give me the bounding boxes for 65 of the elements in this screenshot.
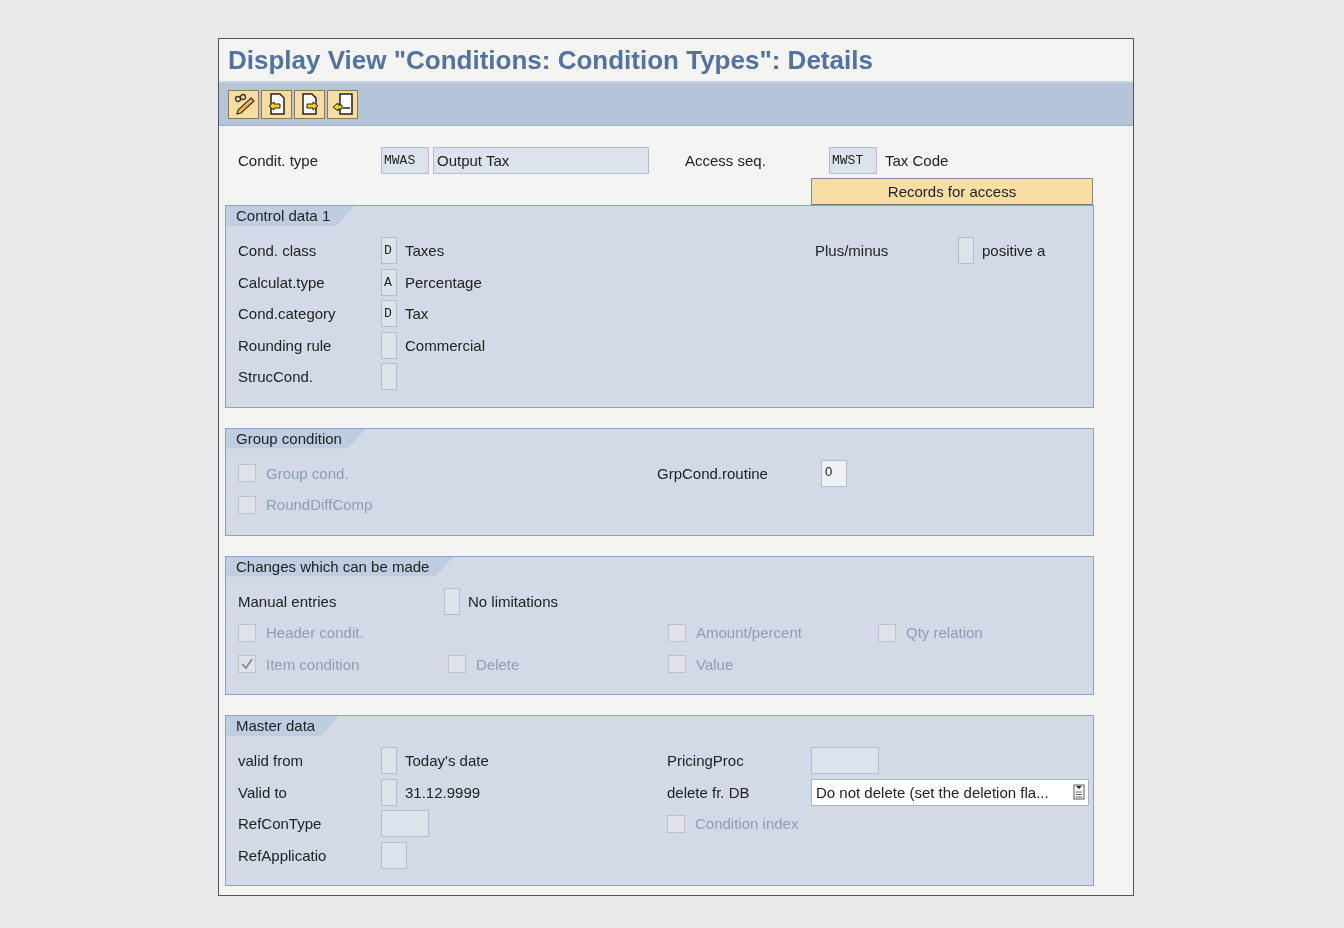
field-value: Commercial <box>405 336 485 354</box>
input-field[interactable]: D <box>381 237 397 265</box>
dropdown[interactable]: Do not delete (set the deletion fla... <box>811 778 1089 806</box>
checkbox-label: Header condit. <box>266 624 364 642</box>
field-label: Rounding rule <box>238 336 333 354</box>
checkbox-label: Condition index <box>695 815 799 833</box>
input-field[interactable]: MWST <box>829 146 877 174</box>
document-right-arrow-icon <box>299 93 320 115</box>
description-field: Output Tax <box>433 146 649 174</box>
checkbox-label: Delete <box>476 655 520 673</box>
field-value: Tax <box>405 305 429 323</box>
toolbar-button[interactable] <box>294 89 325 119</box>
checkbox-label: Group cond. <box>266 464 349 482</box>
checkbox-label: Amount/percent <box>696 624 802 642</box>
input-field[interactable] <box>444 587 460 615</box>
field-value: No limitations <box>468 592 560 610</box>
field-label: valid from <box>238 752 305 770</box>
field-label: delete fr. DB <box>667 783 751 801</box>
input-field[interactable]: D <box>381 300 397 328</box>
checkbox-label: RoundDiffComp <box>266 496 373 514</box>
field-label: Plus/minus <box>815 242 890 260</box>
input-field[interactable] <box>958 237 974 265</box>
field-label: Access seq. <box>684 151 767 169</box>
field-label: RefApplicatio <box>238 846 328 864</box>
checkbox-label: Qty relation <box>906 624 983 642</box>
field-value: positive a <box>982 242 1047 260</box>
input-field[interactable] <box>381 810 429 838</box>
checkbox-label: Value <box>696 655 734 673</box>
records-button[interactable]: Records for access <box>811 178 1093 205</box>
field-value: Today's date <box>405 752 490 770</box>
input-field[interactable] <box>381 841 407 869</box>
checkbox-label: Item condition <box>266 655 360 673</box>
field-label: Valid to <box>238 783 288 801</box>
field-label: Manual entries <box>238 592 338 610</box>
input-field[interactable]: MWAS <box>381 146 429 174</box>
field-label: Cond. class <box>238 242 318 260</box>
input-field[interactable]: 0 <box>821 459 847 487</box>
field-value: 31.12.9999 <box>405 783 482 801</box>
field-value: Tax Code <box>885 151 949 169</box>
toolbar-button[interactable] <box>327 89 358 119</box>
toolbar-button[interactable] <box>228 89 259 119</box>
field-value: Taxes <box>405 242 445 260</box>
input-field[interactable] <box>381 747 397 775</box>
group-title: Changes which can be made <box>226 556 454 577</box>
field-value: Percentage <box>405 273 482 291</box>
field-label: PricingProc <box>667 752 745 770</box>
input-field[interactable]: A <box>381 268 397 296</box>
field-label: Cond.category <box>238 305 337 323</box>
field-label: GrpCond.routine <box>657 464 769 482</box>
field-label: Calculat.type <box>238 273 326 291</box>
input-field[interactable] <box>381 363 397 391</box>
document-arrow-icon <box>331 93 354 115</box>
group-title: Group condition <box>226 428 366 449</box>
input-field[interactable] <box>381 331 397 359</box>
group-title: Master data <box>226 716 340 736</box>
input-field[interactable] <box>381 778 397 806</box>
field-label: RefConType <box>238 815 323 833</box>
field-label: StrucCond. <box>238 368 315 386</box>
group-title: Control data 1 <box>226 206 355 226</box>
pencil-icon <box>232 93 255 115</box>
document-left-arrow-icon <box>266 93 287 115</box>
field-label: Condit. type <box>238 151 320 169</box>
input-field[interactable] <box>811 747 879 775</box>
toolbar-button[interactable] <box>261 89 292 119</box>
list-icon <box>1073 784 1085 801</box>
